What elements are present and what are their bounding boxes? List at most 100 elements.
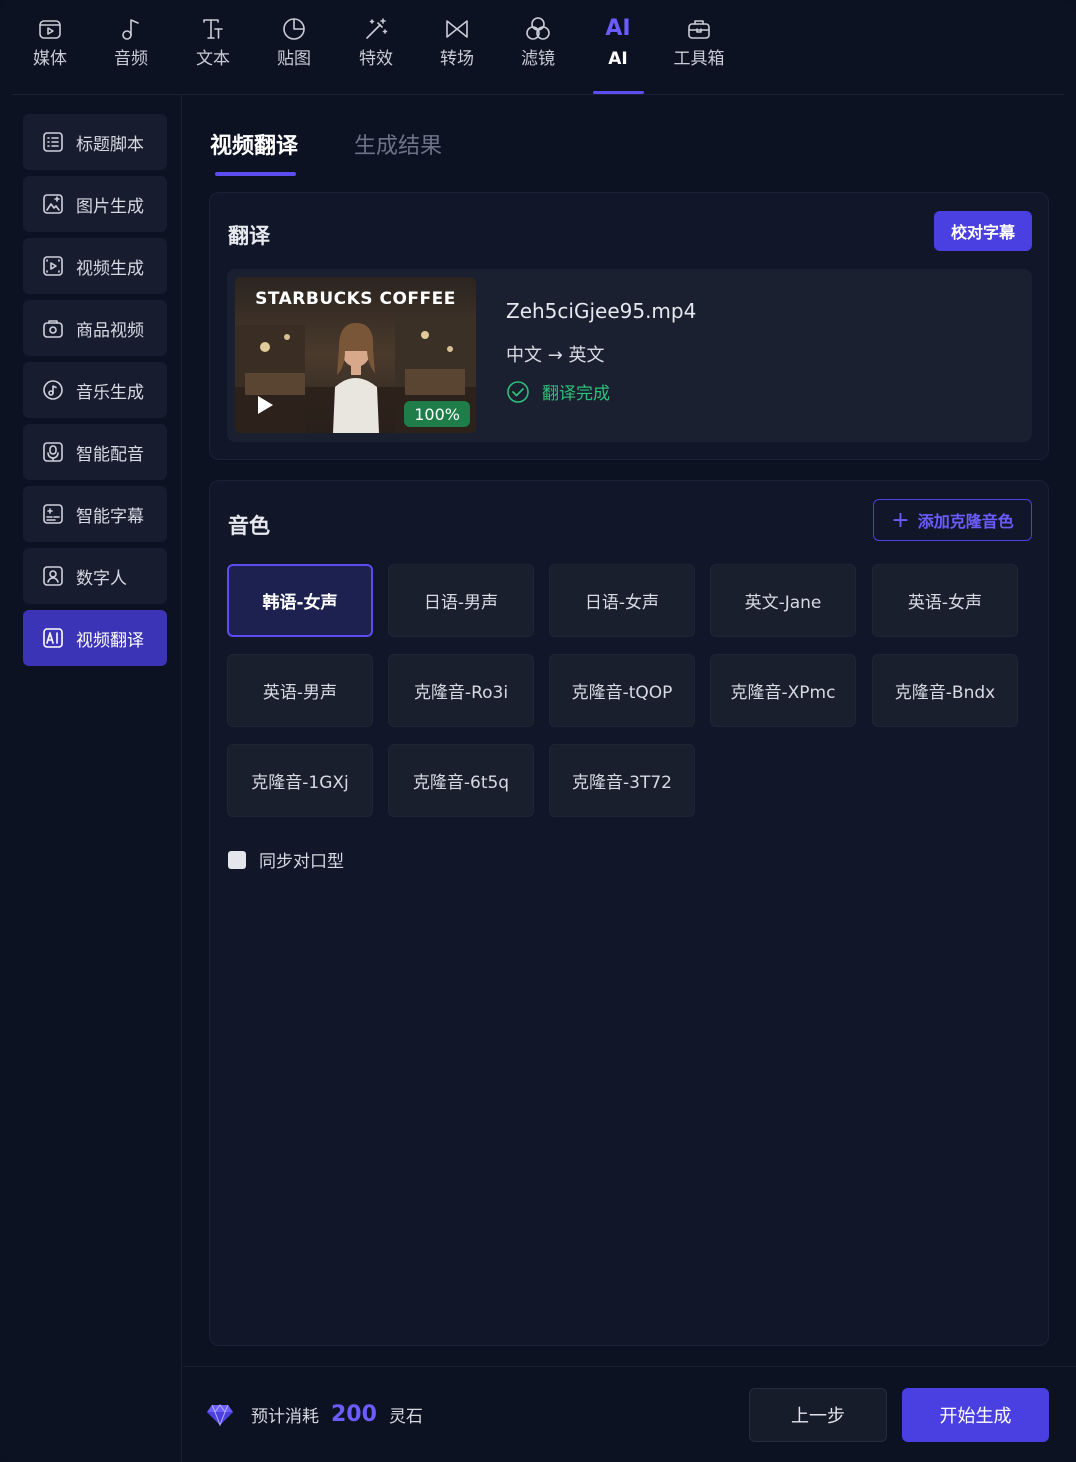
sidebar-item-label: 智能配音 [76, 444, 144, 465]
check-circle-icon [507, 380, 529, 403]
voice-option[interactable]: 克隆音-3T72 [549, 744, 695, 817]
toolbar-toolbox[interactable]: 工具箱 [664, 16, 734, 86]
toolbar-media-label: 媒体 [33, 49, 67, 69]
tab-video-translate[interactable]: 视频翻译 [210, 128, 298, 160]
video-card: STARBUCKS COFFEE 100% Zeh5ciGjee95.mp4 中… [227, 269, 1032, 442]
start-generate-button[interactable]: 开始生成 [902, 1388, 1049, 1442]
toolbar-effects[interactable]: 特效 [341, 16, 411, 86]
filter-icon [526, 17, 550, 40]
bag-icon [43, 320, 63, 338]
toolbar-sticker[interactable]: 贴图 [259, 16, 329, 86]
voice-title: 音色 [228, 514, 270, 538]
toolbar-effects-label: 特效 [359, 49, 393, 69]
voice-option[interactable]: 日语-男声 [388, 564, 534, 637]
toolbar-audio[interactable]: 音频 [96, 16, 166, 86]
diamond-icon [207, 1404, 233, 1427]
toolbar-filter-label: 滤镜 [521, 49, 555, 69]
previous-step-button[interactable]: 上一步 [749, 1388, 887, 1442]
sidebar-item-digital-human[interactable]: 数字人 [23, 548, 167, 604]
plus-icon: + [891, 507, 910, 533]
thumbnail-title: STARBUCKS COFFEE [255, 289, 456, 309]
sidebar-item-label: 音乐生成 [76, 382, 144, 403]
toolbar-text-label: 文本 [196, 49, 230, 69]
sticker-icon [283, 18, 305, 40]
lip-sync-checkbox[interactable] [228, 850, 246, 869]
sidebar-item-smart-dub[interactable]: 智能配音 [23, 424, 167, 480]
add-clone-voice-label: 添加克隆音色 [917, 512, 1014, 531]
sidebar-item-label: 图片生成 [76, 196, 144, 217]
add-clone-voice-button[interactable]: + 添加克隆音色 [873, 499, 1032, 541]
cost-estimate: 预计消耗 200 灵石 [205, 1399, 423, 1429]
magic-wand-icon [366, 18, 388, 39]
bottom-bar: 预计消耗 200 灵石 上一步 开始生成 [183, 1366, 1076, 1462]
translation-status: 翻译完成 [506, 379, 610, 404]
text-icon [203, 19, 223, 39]
ai-icon [43, 628, 63, 648]
toolbar-filter[interactable]: 滤镜 [503, 16, 573, 86]
voice-option[interactable]: 克隆音-Ro3i [388, 654, 534, 727]
video-file-name: Zeh5ciGjee95.mp4 [506, 299, 697, 323]
voice-icon [43, 442, 63, 462]
video-icon [43, 256, 63, 276]
script-icon [43, 132, 63, 152]
toolbox-icon [688, 20, 710, 39]
sidebar-item-label: 标题脚本 [76, 134, 144, 155]
voice-option[interactable]: 英语-男声 [227, 654, 373, 727]
top-toolbar: 媒体 音频 文本 贴图 特效 转场 滤镜 AI AI 工具箱 [0, 0, 1076, 94]
cost-unit: 灵石 [388, 1406, 423, 1427]
sidebar: 标题脚本 图片生成 视频生成 商品视频 音乐生成 智能配音 智能字幕 数字人 视… [0, 95, 182, 1462]
sidebar-item-video-gen[interactable]: 视频生成 [23, 238, 167, 294]
music-icon [43, 380, 63, 400]
lip-sync-label: 同步对口型 [259, 852, 344, 872]
voice-option[interactable]: 克隆音-1GXj [227, 744, 373, 817]
sidebar-item-video-translate[interactable]: 视频翻译 [23, 610, 167, 666]
image-icon [43, 194, 63, 214]
progress-badge: 100% [404, 401, 470, 427]
sidebar-item-label: 视频翻译 [76, 630, 144, 651]
sidebar-item-smart-subtitle[interactable]: 智能字幕 [23, 486, 167, 542]
music-note-icon [122, 19, 139, 40]
translation-status-text: 翻译完成 [542, 384, 610, 404]
play-icon[interactable] [253, 393, 277, 417]
language-pair: 中文 → 英文 [506, 345, 605, 366]
toolbar-transition[interactable]: 转场 [422, 16, 492, 86]
sidebar-item-product-video[interactable]: 商品视频 [23, 300, 167, 356]
ai-icon: AI [605, 16, 631, 41]
voice-option[interactable]: 克隆音-tQOP [549, 654, 695, 727]
voice-option[interactable]: 克隆音-XPmc [710, 654, 856, 727]
transition-icon [446, 20, 468, 38]
toolbar-ai-label: AI [608, 49, 628, 69]
toolbar-sticker-label: 贴图 [277, 49, 311, 69]
toolbar-transition-label: 转场 [440, 49, 474, 69]
sidebar-item-music-gen[interactable]: 音乐生成 [23, 362, 167, 418]
voice-panel: 音色 + 添加克隆音色 韩语-女声 日语-男声 日语-女声 英文-Jane 英语… [209, 480, 1049, 1346]
cost-value: 200 [331, 1401, 377, 1427]
sidebar-item-label: 视频生成 [76, 258, 144, 279]
translation-panel: 翻译 校对字幕 STARBUCKS COFFEE 100% Zeh5ciGjee… [209, 192, 1049, 460]
sidebar-item-label: 商品视频 [76, 320, 144, 341]
voice-option[interactable]: 克隆音-6t5q [388, 744, 534, 817]
voice-option-selected[interactable]: 韩语-女声 [227, 564, 373, 637]
cost-prefix: 预计消耗 [251, 1406, 319, 1427]
toolbar-media[interactable]: 媒体 [15, 16, 85, 86]
voice-option[interactable]: 日语-女声 [549, 564, 695, 637]
voice-option[interactable]: 英语-女声 [872, 564, 1018, 637]
toolbar-ai[interactable]: AI AI [583, 16, 653, 86]
tab-results[interactable]: 生成结果 [354, 128, 442, 160]
voice-option[interactable]: 英文-Jane [710, 564, 856, 637]
lip-sync-option[interactable]: 同步对口型 [228, 847, 344, 872]
sidebar-item-image-gen[interactable]: 图片生成 [23, 176, 167, 232]
subtitle-icon [43, 504, 63, 524]
voice-option[interactable]: 克隆音-Bndx [872, 654, 1018, 727]
sidebar-item-label: 数字人 [76, 568, 127, 589]
proofread-subtitles-button[interactable]: 校对字幕 [934, 211, 1032, 251]
app-window: 媒体 音频 文本 贴图 特效 转场 滤镜 AI AI 工具箱 标题脚本 图片生成… [0, 0, 1076, 1462]
translation-title: 翻译 [228, 224, 270, 248]
avatar-icon [43, 566, 63, 586]
video-thumbnail[interactable]: STARBUCKS COFFEE 100% [235, 277, 476, 433]
toolbar-audio-label: 音频 [114, 49, 148, 69]
media-icon [39, 20, 61, 39]
tab-active-indicator [215, 172, 296, 176]
sidebar-item-title-script[interactable]: 标题脚本 [23, 114, 167, 170]
toolbar-text[interactable]: 文本 [178, 16, 248, 86]
